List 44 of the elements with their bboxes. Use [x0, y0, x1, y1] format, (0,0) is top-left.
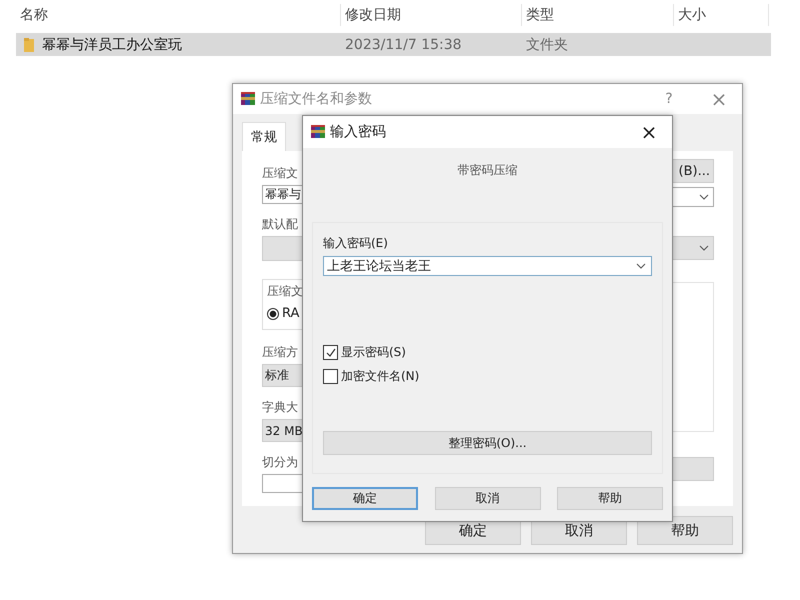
field-label: 压缩文 — [262, 165, 299, 182]
check-icon — [324, 346, 336, 358]
folder-icon — [24, 38, 34, 52]
checkbox-label: 显示密码(S) — [341, 344, 406, 361]
checkbox[interactable] — [323, 345, 338, 360]
dialog-button[interactable]: 确定 — [312, 487, 418, 510]
group-label: 压缩文 — [267, 284, 303, 298]
books-icon — [310, 124, 326, 140]
tab[interactable]: 常规 — [242, 122, 286, 151]
column-header[interactable]: 名称 — [16, 4, 341, 26]
button[interactable] — [672, 457, 714, 481]
password-field[interactable]: 上老王论坛当老王 — [323, 256, 652, 276]
checkbox-label: 加密文件名(N) — [341, 368, 420, 385]
type-cell: 文件夹 — [526, 36, 568, 54]
manage-button[interactable]: 整理密码(O)... — [323, 431, 652, 455]
close-button[interactable]: × — [626, 117, 672, 147]
file-row[interactable]: 幂幂与洋员工办公室玩 2023/11/7 15:38 文件夹 — [16, 33, 771, 56]
close-button[interactable]: × — [696, 84, 742, 114]
column-header[interactable]: 大小 — [674, 4, 769, 26]
window-title: 压缩文件名和参数 — [260, 90, 372, 108]
dropdown[interactable] — [672, 236, 714, 260]
books-icon — [240, 91, 256, 107]
dialog-button[interactable]: 取消 — [434, 487, 540, 510]
chevron-icon — [636, 263, 646, 269]
field-label: 切分为 — [262, 454, 299, 471]
field-label: 输入密码(E) — [323, 235, 389, 252]
dialog-button[interactable]: 帮助 — [557, 487, 663, 510]
field-label: 字典大 — [262, 399, 299, 416]
radio-button[interactable] — [267, 308, 279, 320]
radio-label: RA — [282, 306, 300, 321]
chevron-icon — [699, 245, 709, 251]
window-title: 输入密码 — [330, 123, 386, 141]
field-label: 压缩方 — [262, 344, 299, 361]
dialog-heading: 带密码压缩 — [456, 162, 518, 179]
dialog-button[interactable]: 帮助 — [637, 516, 733, 545]
date-cell: 2023/11/7 15:38 — [345, 36, 462, 52]
column-header[interactable]: 修改日期 — [341, 4, 522, 26]
checkbox[interactable] — [323, 369, 338, 384]
chevron-icon — [699, 194, 709, 200]
help-button[interactable]: ? — [646, 84, 692, 114]
field-label: 默认配 — [262, 216, 299, 233]
file-name: 幂幂与洋员工办公室玩 — [42, 36, 182, 54]
button[interactable]: (B)... — [672, 159, 714, 183]
column-header[interactable]: 类型 — [522, 4, 674, 26]
